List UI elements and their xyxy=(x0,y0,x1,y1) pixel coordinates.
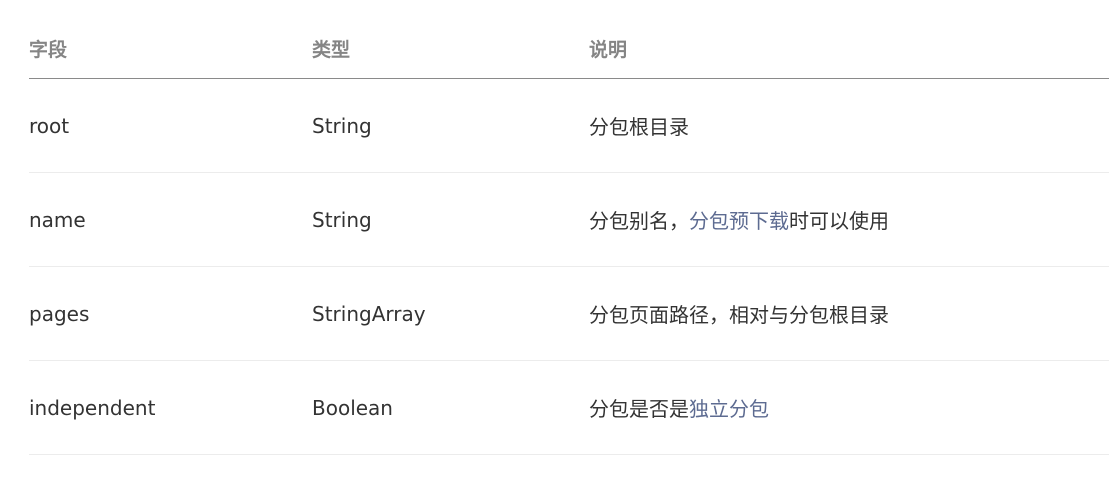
subpackage-preload-link[interactable]: 分包预下载 xyxy=(689,209,789,233)
description-text: 分包是否是 xyxy=(589,397,689,421)
table-header: 字段 类型 说明 xyxy=(29,18,1109,79)
field-cell: name xyxy=(29,172,312,267)
subpackage-fields-table: 字段 类型 说明 root String 分包根目录 name String 分… xyxy=(29,18,1109,455)
type-cell: String xyxy=(312,172,589,267)
field-cell: independent xyxy=(29,360,312,455)
header-description: 说明 xyxy=(589,18,1109,79)
description-cell: 分包是否是独立分包 xyxy=(589,360,1109,455)
table-row: independent Boolean 分包是否是独立分包 xyxy=(29,360,1109,455)
description-text-suffix: 时可以使用 xyxy=(789,209,889,233)
independent-subpackage-link[interactable]: 独立分包 xyxy=(689,397,769,421)
type-cell: String xyxy=(312,78,589,173)
description-text: 分包别名， xyxy=(589,209,689,233)
field-cell: root xyxy=(29,78,312,173)
table-body: root String 分包根目录 name String 分包别名，分包预下载… xyxy=(29,78,1109,455)
type-cell: StringArray xyxy=(312,266,589,361)
description-text: 分包根目录 xyxy=(589,115,689,139)
description-cell: 分包别名，分包预下载时可以使用 xyxy=(589,172,1109,267)
header-field: 字段 xyxy=(29,18,312,79)
table-row: root String 分包根目录 xyxy=(29,78,1109,173)
field-cell: pages xyxy=(29,266,312,361)
description-cell: 分包页面路径，相对与分包根目录 xyxy=(589,266,1109,361)
type-cell: Boolean xyxy=(312,360,589,455)
table-row: name String 分包别名，分包预下载时可以使用 xyxy=(29,172,1109,267)
description-text: 分包页面路径，相对与分包根目录 xyxy=(589,303,889,327)
header-type: 类型 xyxy=(312,18,589,79)
table-row: pages StringArray 分包页面路径，相对与分包根目录 xyxy=(29,266,1109,361)
header-row: 字段 类型 说明 xyxy=(29,18,1109,79)
description-cell: 分包根目录 xyxy=(589,78,1109,173)
